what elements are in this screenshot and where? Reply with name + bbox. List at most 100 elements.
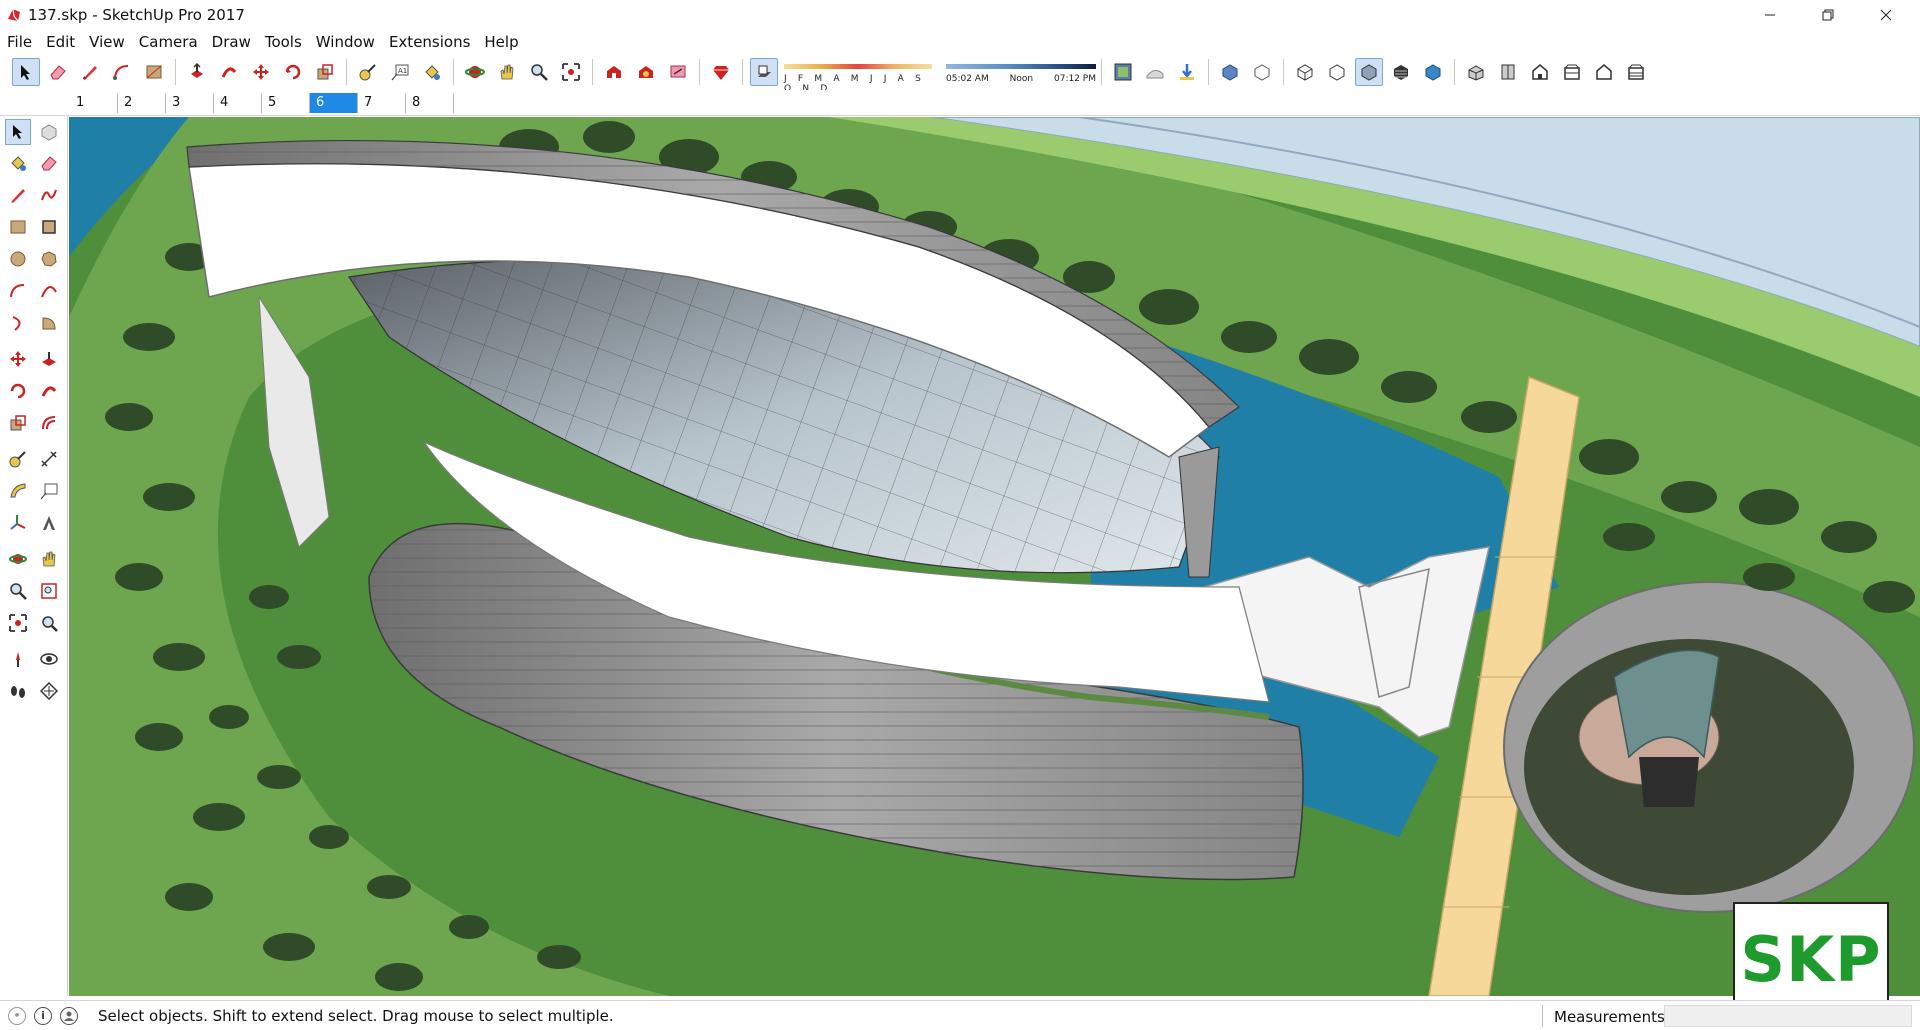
back-edges-button[interactable] [1248,58,1276,86]
time-slider[interactable]: 05:02 AM Noon 07:12 PM [946,57,1096,87]
palette-previous-view-button[interactable] [36,610,62,636]
eraser-tool-button[interactable] [44,58,72,86]
palette-polygon-button[interactable] [36,246,62,272]
xray-button[interactable] [1216,58,1244,86]
scene-tab-7[interactable]: 7 [358,93,406,113]
menu-camera[interactable]: Camera [132,30,205,54]
minimize-button[interactable] [1742,0,1798,30]
palette-zoom-button[interactable] [5,578,31,604]
scene-tab-3[interactable]: 3 [166,93,214,113]
shaded-button[interactable] [1355,58,1383,86]
top-view-button[interactable] [1494,58,1522,86]
palette-freehand-button[interactable] [36,182,62,208]
paint-bucket-button[interactable] [418,58,446,86]
menu-draw[interactable]: Draw [205,30,258,54]
palette-push-pull-button[interactable] [36,346,62,372]
palette-pie-button[interactable] [36,310,62,336]
hidden-line-button[interactable] [1323,58,1351,86]
palette-text-button[interactable] [36,478,62,504]
palette-3d-text-button[interactable] [36,510,62,536]
shaded-with-textures-button[interactable] [1387,58,1415,86]
drape-button[interactable] [1173,58,1201,86]
rectangle-tool-button[interactable] [140,58,168,86]
arc-tool-button[interactable] [108,58,136,86]
front-view-button[interactable] [1526,58,1554,86]
iso-view-button[interactable] [1462,58,1490,86]
push-pull-tool-button[interactable] [183,58,211,86]
palette-move-button[interactable] [5,346,31,372]
line-tool-button[interactable] [76,58,104,86]
close-button[interactable] [1858,0,1914,30]
palette-walk-button[interactable] [5,678,31,704]
palette-select-button[interactable] [5,119,31,145]
palette-offset-button[interactable] [36,410,62,436]
palette-paint-button[interactable] [5,150,31,176]
scene-tab-4[interactable]: 4 [214,93,262,113]
palette-rectangle-button[interactable] [5,214,31,240]
palette-tape-button[interactable] [5,446,31,472]
palette-dimension-button[interactable] [36,446,62,472]
extension-manager-button[interactable] [707,58,735,86]
scene-tab-2[interactable]: 2 [118,93,166,113]
palette-pan-button[interactable] [36,546,62,572]
menu-extensions[interactable]: Extensions [382,30,477,54]
3d-warehouse-button[interactable] [600,58,628,86]
palette-arc-button[interactable] [5,278,31,304]
palette-2point-arc-button[interactable] [36,278,62,304]
move-tool-button[interactable] [247,58,275,86]
follow-me-tool-button[interactable] [215,58,243,86]
geo-location-icon[interactable]: • [8,1006,26,1025]
palette-rotate-button[interactable] [5,378,31,404]
wireframe-button[interactable] [1291,58,1319,86]
sandbox-from-contours-button[interactable] [1141,58,1169,86]
palette-scale-button[interactable] [5,410,31,436]
model-viewport[interactable] [69,117,1920,996]
palette-orbit-button[interactable] [5,546,31,572]
tape-measure-button[interactable] [354,58,382,86]
palette-zoom-window-button[interactable] [36,578,62,604]
model-info-button[interactable] [1109,58,1137,86]
palette-follow-me-button[interactable] [36,378,62,404]
scene-tab-1[interactable]: 1 [70,93,118,113]
restore-button[interactable] [1800,0,1856,30]
palette-axes-button[interactable] [5,510,31,536]
palette-component-button[interactable] [36,119,62,145]
menu-view[interactable]: View [82,30,132,54]
scale-tool-button[interactable] [311,58,339,86]
palette-look-around-button[interactable] [36,646,62,672]
share-model-button[interactable] [664,58,692,86]
scene-tab-6[interactable]: 6 [310,93,358,113]
left-view-button[interactable] [1622,58,1650,86]
zoom-extents-button[interactable] [557,58,585,86]
text-tool-button[interactable]: A1 [386,58,414,86]
palette-protractor-button[interactable] [5,478,31,504]
extension-warehouse-button[interactable] [632,58,660,86]
select-tool-button[interactable] [12,58,40,86]
palette-eraser-button[interactable] [36,150,62,176]
palette-line-button[interactable] [5,182,31,208]
menu-edit[interactable]: Edit [39,30,82,54]
menu-help[interactable]: Help [477,30,525,54]
palette-3point-arc-button[interactable] [5,310,31,336]
palette-circle-button[interactable] [5,246,31,272]
right-view-button[interactable] [1558,58,1586,86]
user-account-icon[interactable] [60,1006,78,1025]
palette-zoom-extents-button[interactable] [5,610,31,636]
palette-rotated-rectangle-button[interactable] [36,214,62,240]
back-view-button[interactable] [1590,58,1618,86]
month-slider[interactable]: J F M A M J J A S O N D [784,57,932,94]
palette-section-plane-button[interactable] [36,678,62,704]
menu-window[interactable]: Window [309,30,382,54]
scene-tab-5[interactable]: 5 [262,93,310,113]
pan-button[interactable] [493,58,521,86]
scene-tab-8[interactable]: 8 [406,93,454,113]
menu-file[interactable]: File [0,30,39,54]
orbit-button[interactable] [461,58,489,86]
measurements-input[interactable] [1664,1005,1912,1027]
monochrome-button[interactable] [1419,58,1447,86]
shadows-toggle-button[interactable] [750,58,778,86]
rotate-tool-button[interactable] [279,58,307,86]
credits-info-icon[interactable]: i [34,1006,52,1025]
menu-tools[interactable]: Tools [258,30,309,54]
palette-position-camera-button[interactable] [5,646,31,672]
